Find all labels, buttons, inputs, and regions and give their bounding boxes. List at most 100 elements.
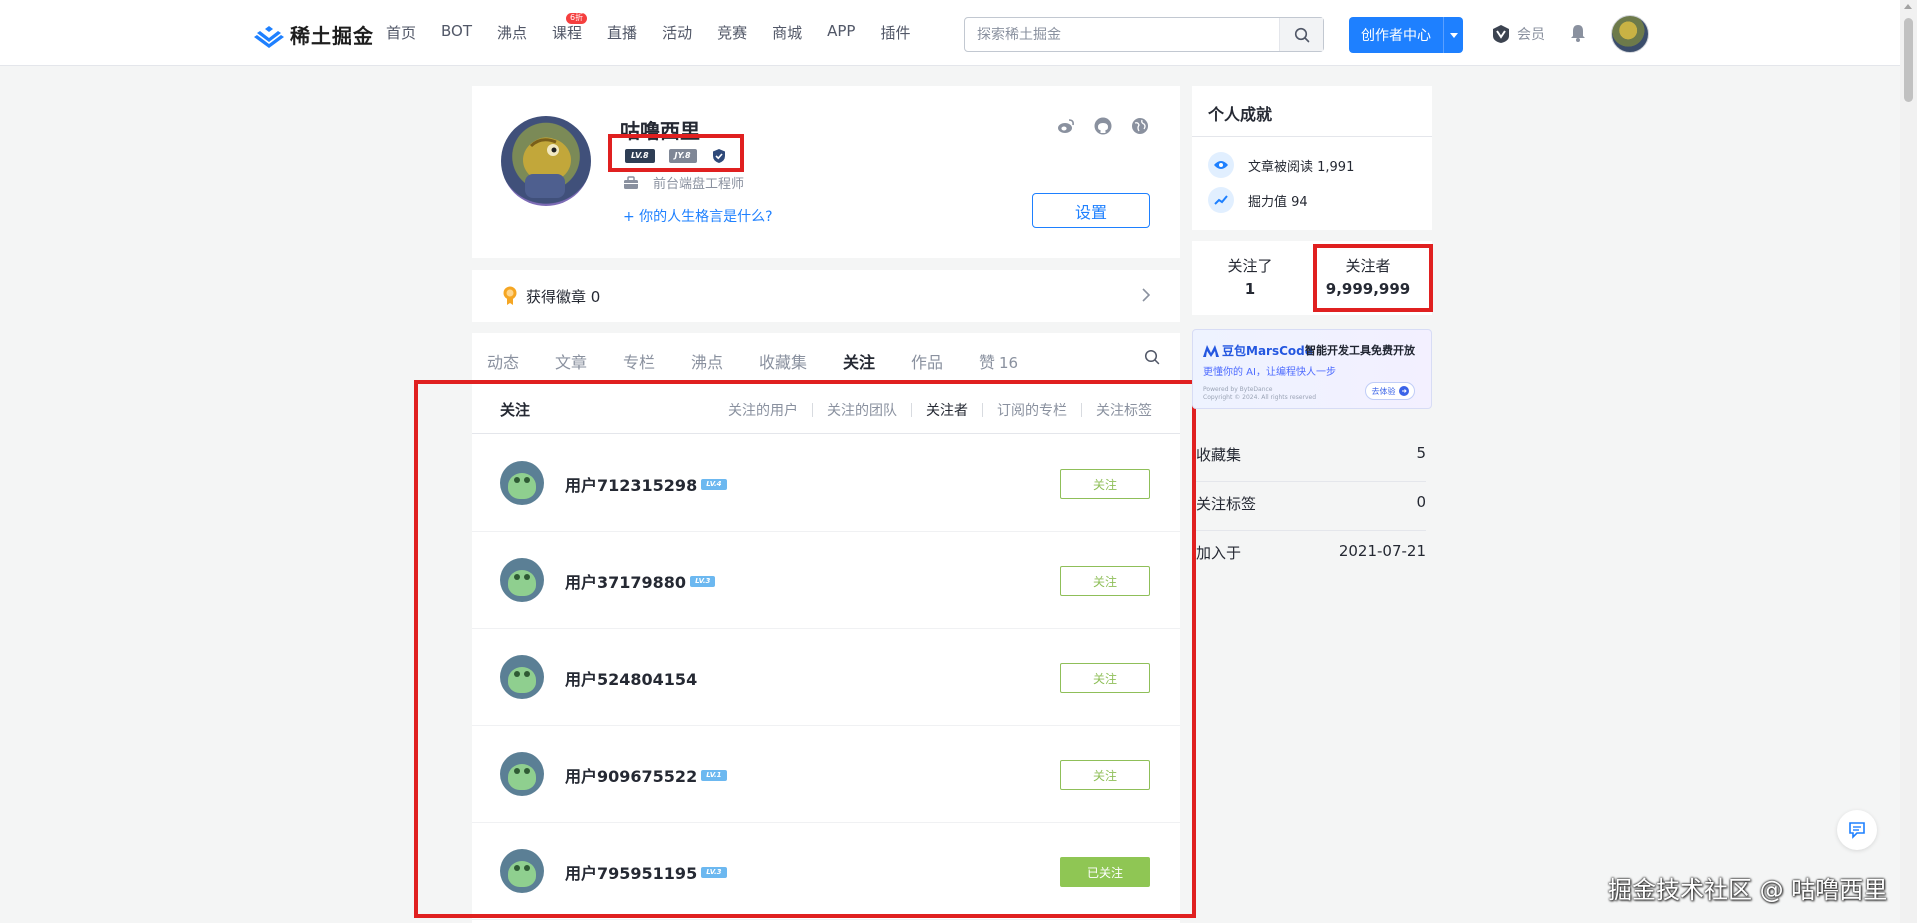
ad-footnote: Powered by ByteDance Copyright © 2024. A… <box>1203 386 1317 401</box>
weibo-link[interactable] <box>1056 116 1076 136</box>
ad-try-label: 去体验 <box>1371 386 1396 396</box>
followers-highlight-box <box>1313 244 1433 312</box>
achievements-card: 个人成就 文章被阅读 1,991 掘力值 94 <box>1192 86 1432 230</box>
ad-try-button[interactable]: 去体验 <box>1365 382 1415 400</box>
ad-tagline: 智能开发工具免费开放 <box>1305 344 1415 357</box>
marscode-logo-icon <box>1203 344 1219 357</box>
profile-card: 咕噜西里 LV.8 JY.8 前台端盘工程师 + 你的人生格言是什么? 设置 <box>472 86 1180 258</box>
nav-contests[interactable]: 竞赛 <box>717 22 747 43</box>
likes-count: 16 <box>999 354 1019 372</box>
nav-pins[interactable]: 沸点 <box>497 22 527 43</box>
follow-list-highlight-box <box>414 380 1196 918</box>
collections-row[interactable]: 收藏集 5 <box>1196 444 1426 482</box>
search-icon[interactable] <box>1144 349 1160 365</box>
main-nav: 首页 BOT 沸点 课程 6折 直播 活动 竞赛 商城 APP 插件 <box>386 13 935 43</box>
chevron-right-icon <box>1142 288 1150 302</box>
bell-icon <box>1571 25 1585 42</box>
nav-home[interactable]: 首页 <box>386 22 416 43</box>
nav-label: APP <box>827 22 856 40</box>
followed-tags-row[interactable]: 关注标签 0 <box>1196 493 1426 531</box>
arrow-right-circle-icon <box>1398 386 1409 396</box>
logo-text: 稀土掘金 <box>290 24 374 48</box>
tab-pins[interactable]: 沸点 <box>691 349 723 373</box>
briefcase-icon <box>624 175 638 189</box>
nav-plugins[interactable]: 插件 <box>880 22 910 43</box>
job-title: 前台端盘工程师 <box>623 173 744 192</box>
profile-tabs: 动态 文章 专栏 沸点 收藏集 关注 作品 赞 16 <box>472 333 1180 383</box>
nav-shop[interactable]: 商城 <box>772 22 802 43</box>
article-reads-stat: 文章被阅读 1,991 <box>1208 152 1354 178</box>
feedback-button[interactable] <box>1837 810 1877 850</box>
duck-avatar-icon <box>523 138 571 198</box>
social-links <box>1056 116 1167 136</box>
joined-value: 2021-07-21 <box>1338 542 1426 560</box>
juejin-logo-icon <box>254 25 284 48</box>
profile-avatar <box>501 116 591 206</box>
ad-brand-text: 豆包MarsCode <box>1222 344 1313 358</box>
nav-label: 直播 <box>607 24 638 42</box>
tab-articles[interactable]: 文章 <box>555 349 587 373</box>
search-icon <box>1294 27 1309 42</box>
collections-label: 收藏集 <box>1196 446 1242 464</box>
following-value: 1 <box>1244 280 1256 298</box>
search-input[interactable] <box>965 18 1275 51</box>
power-value-stat: 掘力值 94 <box>1208 187 1308 213</box>
followed-tags-label: 关注标签 <box>1196 495 1257 513</box>
caret-down-icon <box>1449 32 1458 38</box>
creator-center-button[interactable]: 创作者中心 <box>1349 17 1463 53</box>
joined-date-row: 加入于 2021-07-21 <box>1196 542 1426 579</box>
ad-brand: 豆包MarsCode <box>1203 342 1313 359</box>
scroll-thumb[interactable] <box>1904 18 1913 102</box>
following-label: 关注了 <box>1227 257 1273 275</box>
user-avatar[interactable] <box>1611 15 1649 53</box>
top-navbar: 稀土掘金 首页 BOT 沸点 课程6折 直播 活动 竞赛 商城 APP 插件 创… <box>0 0 1900 66</box>
tab-columns[interactable]: 专栏 <box>623 349 655 373</box>
followed-tags-value: 0 <box>1416 493 1426 511</box>
tab-likes-label: 赞 <box>979 353 996 372</box>
motto-prompt-link[interactable]: + 你的人生格言是什么? <box>623 206 773 226</box>
nav-course[interactable]: 课程 6折 <box>552 13 588 43</box>
chat-bubble-icon <box>1849 822 1865 839</box>
vip-link[interactable]: 会员 <box>1491 24 1545 44</box>
article-reads-text: 文章被阅读 1,991 <box>1248 159 1355 175</box>
tab-works[interactable]: 作品 <box>911 349 943 373</box>
github-link[interactable] <box>1093 116 1113 136</box>
juejin-logo[interactable]: 稀土掘金 <box>254 20 374 49</box>
trend-icon <box>1208 187 1234 213</box>
vip-label: 会员 <box>1517 27 1545 43</box>
nav-bot[interactable]: BOT <box>441 22 472 43</box>
following-count[interactable]: 关注了 1 <box>1195 255 1305 298</box>
watermark: 掘金技术社区 @ 咕噜西里 <box>1608 876 1888 904</box>
nav-label: 竞赛 <box>717 24 748 42</box>
creator-center-label: 创作者中心 <box>1361 28 1431 44</box>
tab-likes[interactable]: 赞 16 <box>979 349 1018 373</box>
search-box <box>964 17 1324 52</box>
github-icon <box>1094 117 1112 135</box>
scroll-up-arrow-icon[interactable] <box>1904 4 1912 9</box>
notification-button[interactable] <box>1568 23 1588 47</box>
settings-button[interactable]: 设置 <box>1032 193 1150 228</box>
creator-dropdown-toggle[interactable] <box>1443 17 1463 53</box>
tab-activity[interactable]: 动态 <box>487 349 519 373</box>
tab-following[interactable]: 关注 <box>843 349 875 373</box>
nav-label: BOT <box>441 22 473 40</box>
nav-label: 商城 <box>772 24 803 42</box>
earned-badges-label: 获得徽章 0 <box>526 287 601 306</box>
website-link[interactable] <box>1130 116 1150 136</box>
nav-live[interactable]: 直播 <box>607 22 637 43</box>
ad-subline: 更懂你的 AI，让编程快人一步 <box>1203 367 1336 378</box>
nav-label: 课程 <box>552 24 583 42</box>
nav-app[interactable]: APP <box>827 22 855 43</box>
nav-label: 沸点 <box>497 24 528 42</box>
power-value-text: 掘力值 94 <box>1248 194 1308 210</box>
eye-icon <box>1208 152 1234 178</box>
tab-collections[interactable]: 收藏集 <box>759 349 807 373</box>
nav-label: 插件 <box>880 24 911 42</box>
nav-events[interactable]: 活动 <box>662 22 692 43</box>
page-scrollbar[interactable] <box>1900 0 1917 923</box>
discount-badge: 6折 <box>566 13 588 24</box>
search-button[interactable] <box>1279 18 1323 51</box>
marscode-ad-banner[interactable]: 豆包MarsCode 智能开发工具免费开放 更懂你的 AI，让编程快人一步 Po… <box>1192 329 1432 409</box>
achievements-title: 个人成就 <box>1208 105 1273 124</box>
earned-badges-row[interactable]: 获得徽章 0 <box>472 270 1180 322</box>
